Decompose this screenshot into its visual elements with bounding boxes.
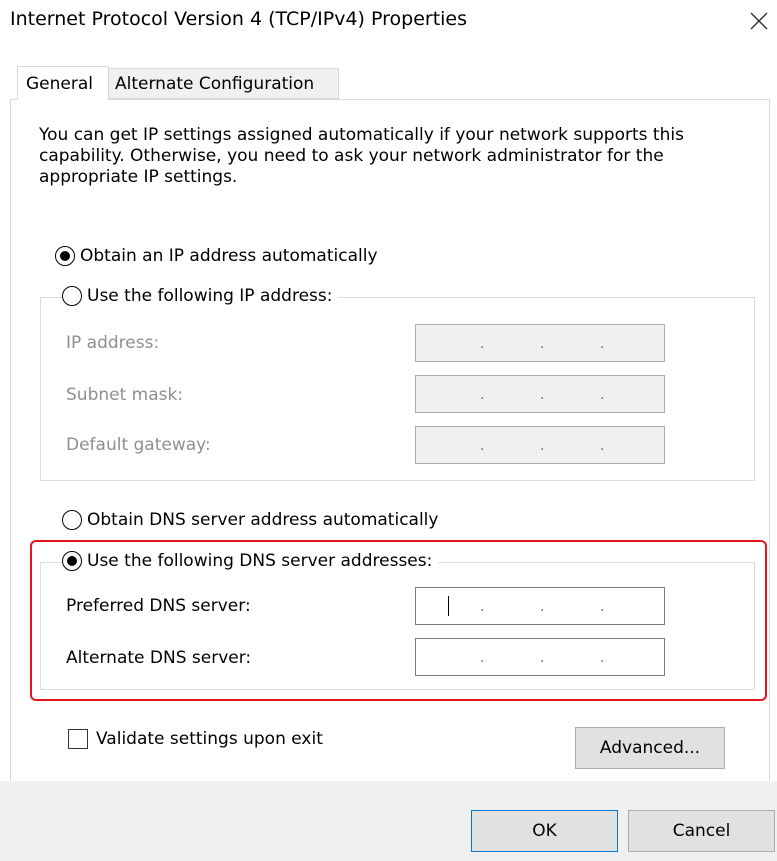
preferred-dns-input[interactable]: ... [415, 587, 665, 625]
subnet-mask-input: ... [415, 375, 665, 413]
radio-button-icon[interactable] [55, 246, 75, 266]
tab-alternate-configuration[interactable]: Alternate Configuration [108, 68, 339, 99]
obtain-dns-auto-radio[interactable]: Obtain DNS server address automatically [62, 510, 445, 530]
obtain-dns-auto-label: Obtain DNS server address automatically [87, 510, 445, 530]
default-gateway-label: Default gateway: [66, 435, 211, 455]
ip-address-input: ... [415, 324, 665, 362]
validate-settings-checkbox[interactable]: Validate settings upon exit [68, 729, 323, 749]
obtain-ip-auto-radio[interactable]: Obtain an IP address automatically [55, 246, 384, 266]
description-text: You can get IP settings assigned automat… [39, 125, 684, 187]
use-following-ip-radio[interactable]: Use the following IP address: [62, 286, 339, 306]
close-button[interactable] [744, 3, 774, 39]
radio-button-icon[interactable] [62, 551, 82, 571]
ok-button[interactable]: OK [471, 810, 618, 852]
checkbox-icon[interactable] [68, 729, 88, 749]
default-gateway-input: ... [415, 426, 665, 464]
use-following-dns-radio[interactable]: Use the following DNS server addresses: [62, 551, 439, 571]
tab-alternate-configuration-label: Alternate Configuration [115, 73, 315, 94]
ip-address-label: IP address: [66, 333, 160, 353]
alternate-dns-input[interactable]: ... [415, 638, 665, 676]
advanced-button[interactable]: Advanced... [575, 727, 725, 769]
validate-settings-label: Validate settings upon exit [96, 729, 323, 749]
radio-button-icon[interactable] [62, 286, 82, 306]
alternate-dns-label: Alternate DNS server: [66, 648, 252, 668]
radio-button-icon[interactable] [62, 510, 82, 530]
tab-general[interactable]: General [17, 66, 109, 100]
use-following-ip-label: Use the following IP address: [87, 286, 339, 306]
text-cursor [448, 596, 449, 616]
tab-general-label: General [26, 73, 93, 94]
subnet-mask-label: Subnet mask: [66, 385, 184, 405]
obtain-ip-auto-label: Obtain an IP address automatically [80, 246, 384, 266]
dialog-title: Internet Protocol Version 4 (TCP/IPv4) P… [10, 8, 468, 30]
use-following-dns-label: Use the following DNS server addresses: [87, 551, 439, 571]
preferred-dns-label: Preferred DNS server: [66, 596, 251, 616]
cancel-button[interactable]: Cancel [628, 810, 775, 852]
close-icon [750, 12, 768, 30]
